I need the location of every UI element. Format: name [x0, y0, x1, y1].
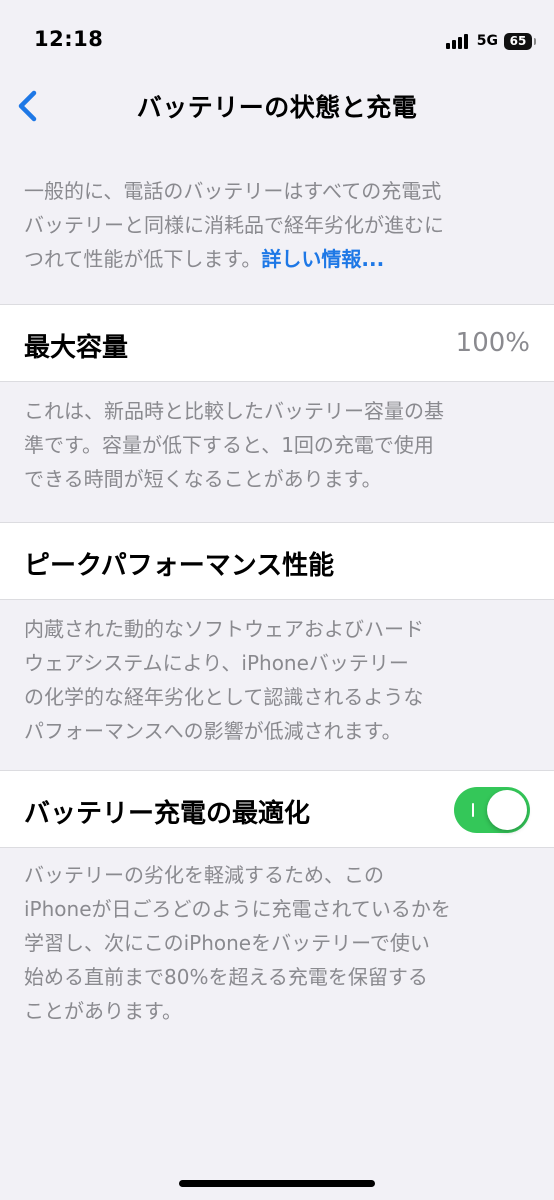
status-bar: 12:18 5G 65	[0, 0, 554, 80]
description-line: パフォーマンスへの影響が低減されます。	[24, 719, 402, 743]
page-title: バッテリーの状態と充電	[136, 93, 418, 122]
description-line: バッテリーの劣化を軽減するため、この	[24, 863, 384, 887]
status-time: 12:18	[34, 27, 104, 51]
intro-line: 一般的に、電話のバッテリーはすべての充電式	[24, 179, 442, 203]
description-line: ウェアシステムにより、iPhoneバッテリー	[24, 651, 409, 675]
optimized-charging-toggle[interactable]	[454, 787, 530, 833]
intro-line: つれて性能が低下します。詳しい情報...	[24, 242, 534, 276]
home-indicator[interactable]	[179, 1180, 375, 1187]
description-line: iPhoneが日ごろどのように充電されているかを	[24, 897, 451, 921]
max-capacity-value: 100%	[455, 328, 530, 358]
description-line: できる時間が短くなることがあります。	[24, 467, 382, 491]
battery-icon: 65	[504, 32, 536, 50]
network-type: 5G	[476, 33, 498, 49]
peak-performance-label: ピークパフォーマンス性能	[24, 551, 335, 581]
toggle-on-indicator	[472, 803, 474, 817]
description-line: これは、新品時と比較したバッテリー容量の基	[24, 399, 444, 423]
cellular-signal-icon	[445, 33, 470, 49]
description-line: 始める直前まで80%を超える充電を保留する	[24, 965, 428, 989]
peak-performance-row: ピークパフォーマンス性能	[0, 522, 554, 600]
learn-more-link[interactable]: 詳しい情報...	[261, 247, 384, 271]
description-line: ことがあります。	[24, 999, 182, 1023]
navigation-bar: バッテリーの状態と充電	[0, 80, 554, 132]
description-line: 内蔵された動的なソフトウェアおよびハード	[24, 617, 424, 641]
peak-performance-description: 内蔵された動的なソフトウェアおよびハード ウェアシステムにより、iPhoneバッ…	[24, 612, 534, 748]
battery-level: 65	[509, 34, 527, 48]
optimized-charging-description: バッテリーの劣化を軽減するため、この iPhoneが日ごろどのように充電されてい…	[24, 858, 534, 1028]
optimized-charging-label: バッテリー充電の最適化	[24, 799, 311, 829]
max-capacity-row: 最大容量 100%	[0, 304, 554, 382]
description-line: 学習し、次にこのiPhoneをバッテリーで使い	[24, 931, 430, 955]
description-line: の化学的な経年劣化として認識されるような	[24, 685, 424, 709]
intro-description: 一般的に、電話のバッテリーはすべての充電式 バッテリーと同様に消耗品で経年劣化が…	[24, 174, 534, 276]
max-capacity-label: 最大容量	[24, 333, 129, 363]
optimized-charging-row: バッテリー充電の最適化	[0, 770, 554, 848]
intro-line: バッテリーと同様に消耗品で経年劣化が進むに	[24, 213, 444, 237]
intro-line-text: つれて性能が低下します。	[24, 247, 262, 271]
status-indicators: 5G 65	[445, 30, 536, 52]
max-capacity-description: これは、新品時と比較したバッテリー容量の基 準です。容量が低下すると、1回の充電…	[24, 394, 534, 496]
description-line: 準です。容量が低下すると、1回の充電で使用	[24, 433, 434, 457]
toggle-knob	[487, 790, 527, 830]
screen: 12:18 5G 65 バッテリーの状態と充電 一般的に、電話のバッテリーはすべ…	[0, 0, 554, 1200]
